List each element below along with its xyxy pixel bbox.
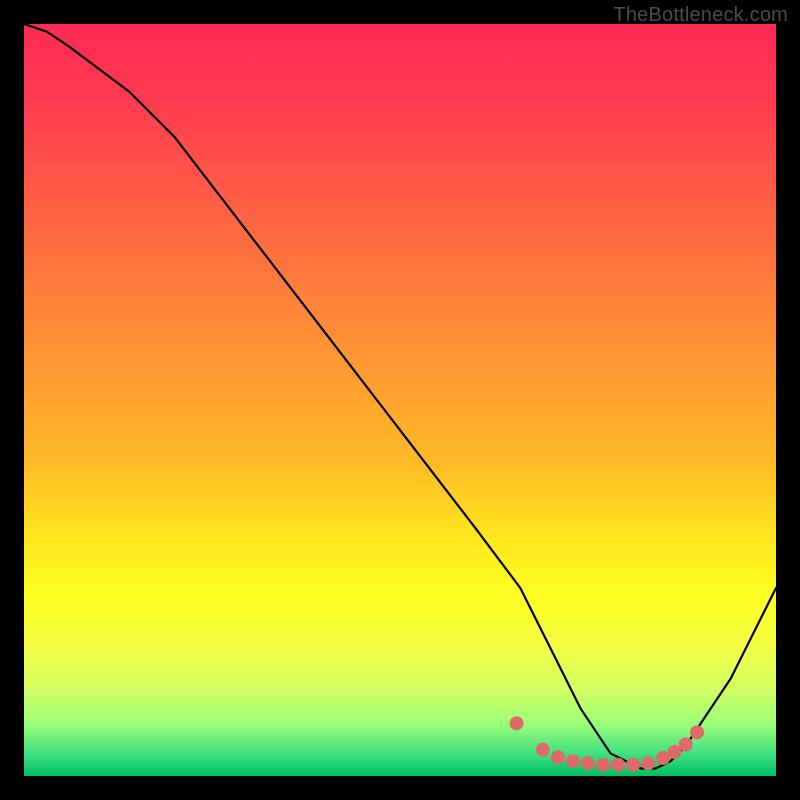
- chart-overlay-svg: [24, 24, 776, 776]
- chart-container: TheBottleneck.com: [0, 0, 800, 800]
- highlight-dot: [596, 758, 610, 772]
- highlight-dot: [641, 756, 655, 770]
- highlight-dot: [690, 725, 704, 739]
- plot-area: [24, 24, 776, 776]
- curve-line: [24, 24, 776, 768]
- highlight-dots-group: [510, 716, 704, 771]
- highlight-dot: [679, 737, 693, 751]
- watermark-signature: TheBottleneck.com: [613, 4, 788, 27]
- highlight-dot: [611, 758, 625, 772]
- highlight-dot: [626, 758, 640, 772]
- highlight-dot: [536, 743, 550, 757]
- highlight-dot: [566, 754, 580, 768]
- highlight-dot: [510, 716, 524, 730]
- highlight-dot: [581, 756, 595, 770]
- highlight-dot: [551, 750, 565, 764]
